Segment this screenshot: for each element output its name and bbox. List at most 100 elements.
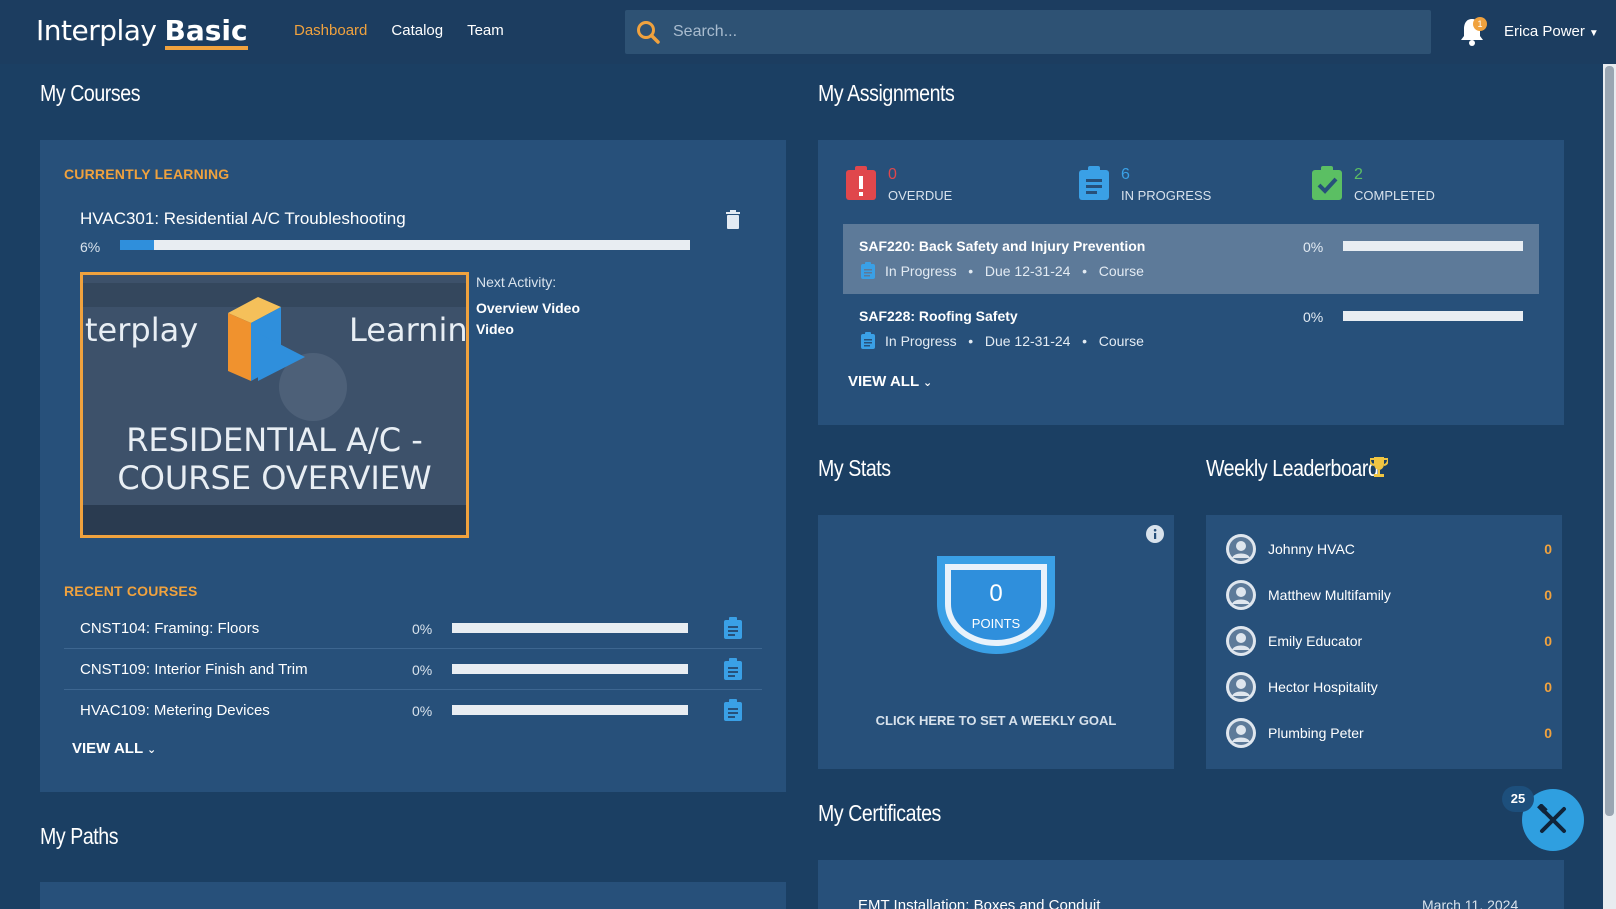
- search-icon[interactable]: [635, 19, 661, 45]
- assignment-percent: 0%: [1303, 239, 1324, 255]
- current-course-progress-bar: [120, 240, 690, 250]
- current-course-title[interactable]: HVAC301: Residential A/C Troubleshooting: [80, 209, 406, 229]
- main-nav: Dashboard Catalog Team: [294, 22, 504, 39]
- recent-course-row[interactable]: CNST104: Framing: Floors 0%: [64, 608, 762, 649]
- clipboard-check-icon: [1312, 166, 1342, 200]
- avatar-icon: [1226, 718, 1256, 748]
- user-name: Erica Power: [1504, 23, 1585, 40]
- assignment-type: Course: [1098, 263, 1144, 279]
- leaderboard-entry[interactable]: Johnny HVAC 0: [1226, 534, 1552, 580]
- recent-course-row[interactable]: HVAC109: Metering Devices 0%: [64, 690, 762, 731]
- clipboard-icon[interactable]: [724, 658, 742, 680]
- recent-course-percent: 0%: [412, 621, 433, 637]
- assignment-name: SAF220: Back Safety and Injury Preventio…: [859, 238, 1146, 254]
- trophy-icon: [1370, 457, 1388, 477]
- app-logo[interactable]: Interplay Basic: [36, 14, 248, 50]
- trash-icon[interactable]: [725, 210, 741, 229]
- search-bar: [625, 10, 1431, 54]
- leaderboard-entry[interactable]: Matthew Multifamily 0: [1226, 580, 1552, 626]
- nav-catalog[interactable]: Catalog: [391, 22, 443, 39]
- nav-team[interactable]: Team: [467, 22, 504, 39]
- in-progress-label: IN PROGRESS: [1121, 188, 1212, 203]
- view-all-label: VIEW ALL: [72, 740, 143, 757]
- in-progress-count: 6: [1121, 166, 1130, 183]
- top-navigation-bar: Interplay Basic Dashboard Catalog Team 1…: [0, 0, 1616, 64]
- leaderboard-name: Hector Hospitality: [1268, 679, 1378, 695]
- recent-course-progress-bar: [452, 705, 688, 715]
- next-activity-type: Video: [476, 321, 514, 337]
- recent-courses-label: RECENT COURSES: [64, 583, 198, 599]
- overdue-count: 0: [888, 166, 897, 183]
- tools-icon: [1537, 804, 1566, 833]
- leaderboard-entry[interactable]: Plumbing Peter 0: [1226, 718, 1552, 764]
- assignments-view-all-link[interactable]: VIEW ALL ⌄: [848, 373, 932, 390]
- leaderboard-entry[interactable]: Emily Educator 0: [1226, 626, 1552, 672]
- my-paths-panel: [40, 882, 786, 909]
- my-stats-title: My Stats: [818, 455, 891, 481]
- assignment-row[interactable]: SAF220: Back Safety and Injury Preventio…: [843, 224, 1539, 294]
- leaderboard-score: 0: [1544, 725, 1552, 741]
- clipboard-list-icon: [1079, 166, 1109, 200]
- notification-badge: 1: [1473, 17, 1487, 31]
- set-weekly-goal-link[interactable]: CLICK HERE TO SET A WEEKLY GOAL: [818, 713, 1174, 728]
- assignment-percent: 0%: [1303, 309, 1324, 325]
- assignment-name: SAF228: Roofing Safety: [859, 308, 1018, 324]
- clipboard-icon: [861, 332, 875, 349]
- current-course-percent: 6%: [80, 239, 101, 255]
- currently-learning-label: CURRENTLY LEARNING: [64, 166, 230, 182]
- recent-course-percent: 0%: [412, 703, 433, 719]
- leaderboard-name: Johnny HVAC: [1268, 541, 1355, 557]
- avatar-icon: [1226, 534, 1256, 564]
- logo-text-interplay: Interplay: [36, 14, 157, 47]
- leaderboard-score: 0: [1544, 541, 1552, 557]
- thumbnail-title-line1: RESIDENTIAL A/C -: [126, 421, 423, 459]
- completed-count: 2: [1354, 166, 1363, 183]
- assignment-meta: In Progress • Due 12-31-24 • Course: [885, 333, 1144, 349]
- recent-course-name: CNST109: Interior Finish and Trim: [80, 661, 308, 678]
- assignment-progress-bar: [1343, 311, 1523, 321]
- recent-course-name: CNST104: Framing: Floors: [80, 620, 260, 637]
- points-label: POINTS: [971, 616, 1021, 631]
- certificate-date: March 11, 2024: [1422, 897, 1519, 909]
- assignment-row[interactable]: SAF228: Roofing Safety In Progress • Due…: [843, 294, 1539, 364]
- leaderboard-name: Plumbing Peter: [1268, 725, 1364, 741]
- avatar-icon: [1226, 672, 1256, 702]
- my-paths-title: My Paths: [40, 823, 119, 849]
- nav-dashboard[interactable]: Dashboard: [294, 22, 367, 39]
- next-activity-name[interactable]: Overview Video: [476, 300, 580, 316]
- leaderboard-score: 0: [1544, 679, 1552, 695]
- thumbnail-text-right: Learnin: [349, 311, 468, 349]
- assignment-due: Due 12-31-24: [984, 263, 1071, 279]
- chevron-down-icon: ⌄: [147, 744, 157, 756]
- recent-course-progress-bar: [452, 623, 688, 633]
- my-assignments-title: My Assignments: [818, 80, 955, 106]
- clipboard-icon[interactable]: [724, 617, 742, 639]
- assignment-type: Course: [1098, 333, 1144, 349]
- help-widget-badge: 25: [1502, 786, 1534, 812]
- logo-text-basic: Basic: [164, 17, 248, 50]
- recent-course-row[interactable]: CNST109: Interior Finish and Trim 0%: [64, 649, 762, 690]
- certificate-name[interactable]: EMT Installation: Boxes and Conduit: [858, 897, 1100, 909]
- chevron-down-icon: ▼: [1588, 28, 1599, 39]
- page-scrollbar[interactable]: [1603, 64, 1616, 909]
- assignment-meta: In Progress • Due 12-31-24 • Course: [885, 263, 1144, 279]
- course-thumbnail[interactable]: terplay Learnin RESIDENTIAL A/C - COURSE…: [80, 272, 469, 538]
- assignment-status: In Progress: [885, 333, 957, 349]
- leaderboard-entry[interactable]: Hector Hospitality 0: [1226, 672, 1552, 718]
- leaderboard-name: Emily Educator: [1268, 633, 1363, 649]
- scrollbar-thumb[interactable]: [1605, 66, 1614, 816]
- user-menu[interactable]: Erica Power ▼: [1504, 23, 1599, 40]
- overdue-label: OVERDUE: [888, 188, 953, 203]
- recent-course-progress-bar: [452, 664, 688, 674]
- clipboard-icon[interactable]: [724, 699, 742, 721]
- search-input[interactable]: [673, 10, 1413, 54]
- assignment-due: Due 12-31-24: [984, 333, 1071, 349]
- my-certificates-title: My Certificates: [818, 800, 941, 826]
- assignment-progress-bar: [1343, 241, 1523, 251]
- leaderboard-score: 0: [1544, 633, 1552, 649]
- leaderboard-score: 0: [1544, 587, 1552, 603]
- recent-course-name: HVAC109: Metering Devices: [80, 702, 270, 719]
- clipboard-alert-icon: [846, 166, 876, 200]
- courses-view-all-link[interactable]: VIEW ALL ⌄: [72, 740, 156, 757]
- info-icon[interactable]: [1146, 525, 1164, 543]
